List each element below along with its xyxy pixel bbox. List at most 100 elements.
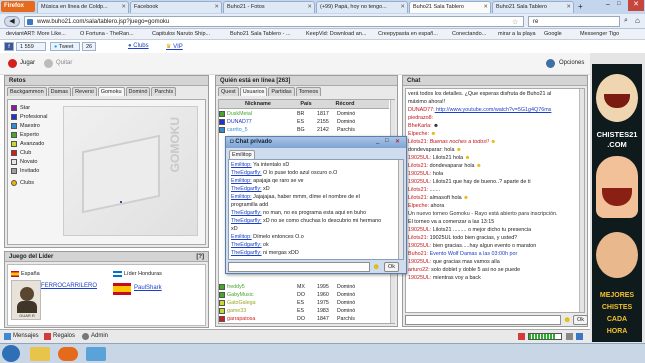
chat-author[interactable]: BheKarla: [408,123,432,129]
start-button-icon[interactable] [2,345,20,362]
bookmark-item[interactable]: Google [544,31,562,37]
facebook-like-icon[interactable]: f [4,42,14,51]
private-maximize-icon[interactable]: □ [385,138,389,144]
private-minimize-icon[interactable]: _ [376,138,379,144]
browser-tab-fotos[interactable]: Buho21 - Fotos ✕ [223,1,315,13]
tab-reversi[interactable]: Reversi [72,87,97,96]
private-scrollbar[interactable] [398,160,403,259]
challenge-dot[interactable] [120,201,122,203]
taskbar-app-icon[interactable] [86,347,106,361]
chat-author[interactable]: Lilots21: [408,139,428,145]
play-icon[interactable] [8,59,17,68]
minimize-icon[interactable]: – [606,1,617,11]
bookmark-star-icon[interactable]: ☆ [512,18,518,26]
close-icon[interactable]: ✕ [400,4,405,10]
bookmark-item[interactable]: Conectando... [452,31,486,37]
gifts-icon[interactable] [44,333,51,340]
chat-author[interactable]: DUNAD77: [408,107,435,113]
chat-link[interactable]: http://www.youtube.com/watch?v=5G1g4Q76m… [435,107,551,113]
browser-tab-facebook[interactable]: Facebook ✕ [130,1,222,13]
chat-author[interactable]: 19025UL: [408,243,431,249]
close-icon[interactable]: ✕ [121,4,126,10]
back-icon[interactable]: ◀ [4,16,20,27]
help-icon[interactable] [576,333,583,340]
chat-author[interactable]: Elpeche: [408,131,429,137]
private-author[interactable]: Emilitop: [231,234,252,240]
table-row[interactable]: game33 ES 1983 Dominó [219,307,389,315]
chat-author[interactable]: 19025UL: [408,227,431,233]
avatar[interactable]: GUAR R [11,280,41,320]
tab-partidas[interactable]: Partidas [268,87,295,96]
tab-usuarios[interactable]: Usuarios [239,87,268,96]
clubs-link[interactable]: ● Clubs [128,43,149,49]
window-close-icon[interactable]: ✕ [628,0,644,11]
home-icon[interactable]: ⌂ [635,16,640,25]
leave-icon[interactable] [44,59,53,68]
table-row[interactable]: carrito_5 BG 2142 Parchís [219,126,389,134]
tab-damas[interactable]: Damas [47,87,72,96]
browser-tab-buho[interactable]: Buho21 Sala Tablero ✕ [492,1,574,13]
chat-author[interactable]: 19025UL: [408,259,431,265]
browser-tab-music[interactable]: Música en línea de Coldp... ✕ [37,1,129,13]
private-author[interactable]: TheEdgarfly: [231,250,262,256]
chat-input[interactable] [405,315,561,325]
emoji-icon[interactable]: ☻ [563,315,572,325]
table-row[interactable]: DuskMetal BR 1817 Dominó [219,110,389,118]
chistes21-ad[interactable]: CHISTES21 .COM MEJORES CHISTES CADA HORA [592,64,642,342]
messages-button[interactable]: Mensajes [13,333,39,339]
chat-author[interactable]: Lilots21: [408,187,428,193]
right-leader-name[interactable]: PaulShark [134,285,162,291]
private-author[interactable]: Emilitop: [231,178,252,184]
admin-icon[interactable] [82,333,89,340]
tab-gomoku[interactable]: Gomoku [97,87,125,96]
table-row[interactable]: freddy5 MX 1995 Dominó [219,283,389,291]
close-icon[interactable]: ✕ [214,4,219,10]
chat-author[interactable]: 19025UL: [408,171,431,177]
left-leader-name[interactable]: FERROCARRILERO [41,283,97,289]
private-author[interactable]: TheEdgarfly: [231,170,262,176]
bookmark-item[interactable]: Messenger Tigo [580,31,619,37]
chat-author[interactable]: Lilots21: [408,195,428,201]
bookmark-item[interactable]: Buho21 Sala Tablero - ... [230,31,290,37]
table-row[interactable]: GabyMusic DO 1960 Dominó [219,291,389,299]
search-icon[interactable]: ⌕ [624,17,628,25]
bookmark-item[interactable]: Capitulos Naruto Ship... [152,31,210,37]
col-nickname[interactable]: Nickname [219,101,297,107]
close-icon[interactable]: ✕ [483,4,488,10]
messages-icon[interactable] [4,333,11,340]
firefox-menu-button[interactable]: Firefox [1,1,35,12]
sound-icon[interactable] [566,333,573,340]
address-bar[interactable]: www.buho21.com/sala/tablero.jsp?juego=go… [24,16,524,27]
chat-author[interactable]: Lilots21: [408,163,428,169]
play-button[interactable]: Jugar [20,60,35,66]
private-author[interactable]: Emilitop: [231,162,252,168]
chat-author[interactable]: Lilots21: [408,235,428,241]
tab-parchis[interactable]: Parchís [151,87,177,96]
leave-button[interactable]: Quitar [56,60,72,66]
bookmark-item[interactable]: deviantART: More Like... [6,31,66,37]
chat-author[interactable]: 19025UL: [408,179,431,185]
taskbar-firefox-icon[interactable] [58,347,78,361]
chat-author[interactable]: arturo22: [408,267,430,273]
chat-scrollbar[interactable] [579,89,584,312]
chat-author[interactable]: Buho21: [408,251,428,257]
close-icon[interactable]: ✕ [307,4,312,10]
browser-tab-buho-active[interactable]: Buho21 Sala Tablero ✕ [409,1,491,13]
tweet-button[interactable]: ● Tweet [50,42,80,51]
close-icon[interactable]: ✕ [566,4,571,10]
private-author[interactable]: TheEdgarfly: [231,186,262,192]
chat-author[interactable]: piedrazo8: [408,115,433,121]
bookmark-item[interactable]: Creepypasta en españ... [378,31,438,37]
col-country[interactable]: País [297,101,315,107]
private-send-button[interactable]: Ok [384,262,400,272]
options-gear-icon[interactable] [546,59,555,68]
leader-help-link[interactable]: [?] [196,254,204,260]
private-emoji-icon[interactable]: ☻ [372,262,381,272]
search-input[interactable]: re [528,16,620,27]
table-row[interactable]: DUNAD77 ES 2155 Dominó [219,118,389,126]
maximize-icon[interactable]: □ [617,1,628,11]
admin-button[interactable]: Admin [91,333,108,339]
chat-author[interactable]: 19025UL: [408,275,431,281]
options-button[interactable]: Opciones [559,60,584,66]
tab-backgammon[interactable]: Backgammon [7,87,47,96]
